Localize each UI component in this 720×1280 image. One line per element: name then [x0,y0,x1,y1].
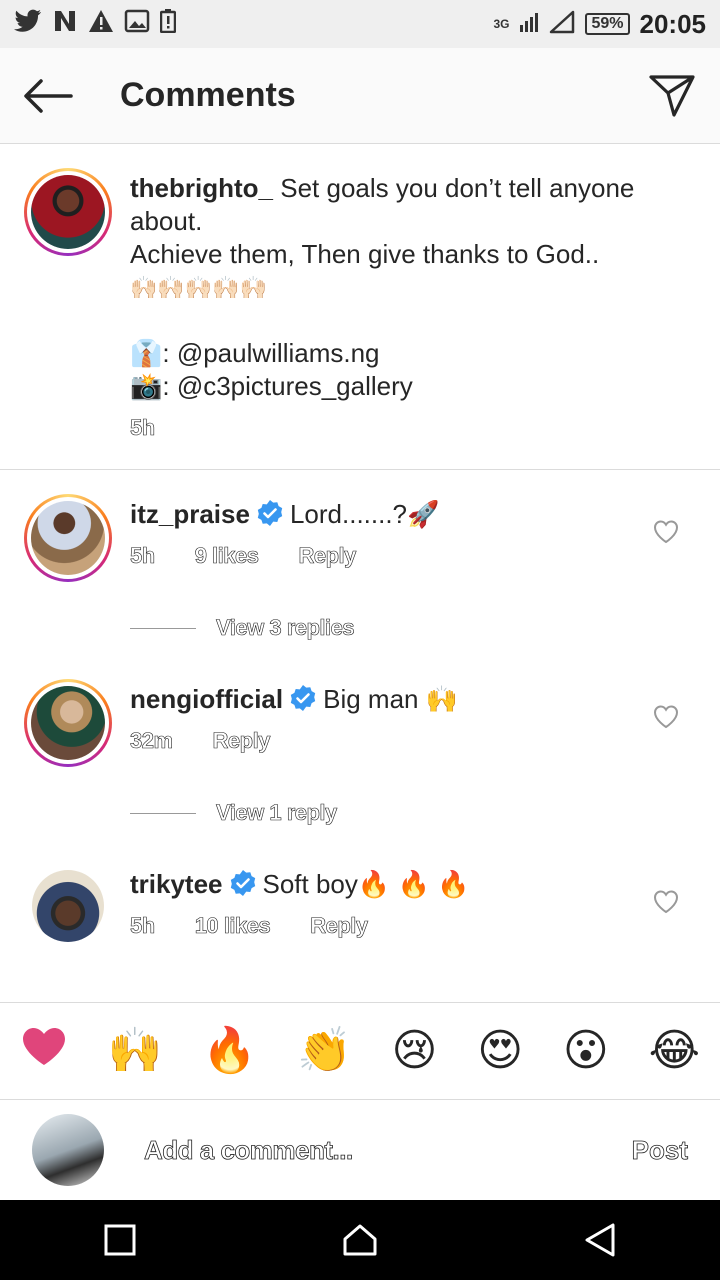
warning-icon [88,9,114,39]
comment-text: Lord.......?🚀 [289,499,440,529]
comment-likes[interactable]: 10 likes [194,909,271,942]
reply-button[interactable]: Reply [212,724,271,757]
like-heart-icon[interactable] [652,518,680,546]
back-triangle-icon[interactable] [583,1222,617,1258]
verified-badge-icon [290,685,316,711]
avatar[interactable] [24,494,112,582]
current-user-avatar [32,1114,104,1186]
top-bar: Comments [0,48,720,144]
view-replies-button[interactable]: View 3 replies [130,615,355,641]
caption-meta: 5h [130,411,680,444]
tie-icon: 👔 [130,338,163,368]
post-button[interactable]: Post [631,1134,688,1166]
quick-reactions-bar: 🙌 🔥 👏 😢 😍 😮 😂 [0,1002,720,1100]
paper-plane-icon [649,74,695,117]
news-n-icon [52,9,78,39]
network-type: 3G [493,17,510,31]
verified-badge-icon [230,870,255,896]
post-caption: thebrighto_ Set goals you don’t tell any… [0,146,720,470]
signal-icon [519,11,539,38]
wifi-icon [549,10,575,39]
crying-face-reaction-icon[interactable]: 😢 [392,1029,438,1073]
tears-of-joy-reaction-icon[interactable]: 😂 [649,1029,700,1073]
comment-body: trikytee Soft boy🔥 🔥 🔥 5h 10 likes Reply [130,868,680,942]
comment-likes[interactable]: 9 likes [194,539,259,572]
battery-alert-icon [159,9,177,39]
status-bar: 3G 59% 20:05 [0,0,720,48]
caption-username[interactable]: thebrighto_ [130,173,273,203]
comment-composer: Add a comment... Post [0,1100,720,1200]
avatar[interactable] [24,679,112,767]
caption-emojis: 🙌🏻🙌🏻🙌🏻🙌🏻🙌🏻 [130,275,267,300]
arrow-left-icon [24,78,73,113]
reply-button[interactable]: Reply [310,909,369,942]
comment-item: itz_praise Lord.......?🚀 5h 9 likes Reply [0,490,720,600]
comment-item: nengiofficial Big man 🙌 32m Reply [0,675,720,785]
heart-reaction-icon[interactable] [20,1025,68,1077]
comment-meta: 32m Reply [130,724,680,757]
comment-text: Big man 🙌 [323,684,459,714]
divider [130,812,196,814]
comment-username[interactable]: nengiofficial [130,684,283,714]
caption-line2: Achieve them, Then give thanks to God.. [130,239,600,269]
back-button[interactable] [0,48,96,144]
divider [130,627,196,629]
battery-level: 59% [585,13,630,35]
caption-credit2: : @c3pictures_gallery [162,371,413,401]
notification-icons [14,9,177,39]
comment-body: nengiofficial Big man 🙌 32m Reply [130,683,680,757]
avatar[interactable] [24,168,112,256]
comment-username[interactable]: itz_praise [130,499,250,529]
clock: 20:05 [639,8,707,39]
caption-time: 5h [130,415,156,441]
comment-body: itz_praise Lord.......?🚀 5h 9 likes Reply [130,498,680,572]
verified-badge-icon [257,500,283,526]
twitter-icon [14,9,42,39]
comment-text: Soft boy🔥 🔥 🔥 [262,869,470,899]
comment-input[interactable]: Add a comment... [144,1134,354,1166]
comment-meta: 5h 10 likes Reply [130,909,680,942]
home-icon[interactable] [342,1222,378,1258]
image-icon [124,9,150,39]
view-replies-label: View 3 replies [216,615,355,641]
system-status: 3G 59% 20:05 [493,9,706,40]
heart-eyes-reaction-icon[interactable]: 😍 [477,1029,523,1073]
comment-time: 5h [130,543,156,569]
comment-time: 5h [130,913,156,939]
raising-hands-reaction-icon[interactable]: 🙌 [108,1029,163,1073]
camera-icon: 📸 [130,371,163,401]
comment-time: 32m [130,728,174,754]
share-button[interactable] [624,48,720,144]
recents-square-icon[interactable] [103,1223,137,1257]
view-replies-button[interactable]: View 1 reply [130,800,338,826]
view-replies-label: View 1 reply [216,800,338,826]
comment-meta: 5h 9 likes Reply [130,539,680,572]
like-heart-icon[interactable] [652,888,680,916]
surprised-face-reaction-icon[interactable]: 😮 [563,1029,609,1073]
caption-text: thebrighto_ Set goals you don’t tell any… [130,172,680,444]
caption-credit1: : @paulwilliams.ng [162,338,380,368]
system-navigation-bar [0,1200,720,1280]
avatar[interactable] [32,870,104,942]
comment-item: trikytee Soft boy🔥 🔥 🔥 5h 10 likes Reply [0,860,720,970]
clapping-hands-reaction-icon[interactable]: 👏 [297,1029,352,1073]
fire-reaction-icon[interactable]: 🔥 [202,1029,257,1073]
reply-button[interactable]: Reply [298,539,357,572]
comment-username[interactable]: trikytee [130,869,223,899]
like-heart-icon[interactable] [652,703,680,731]
page-title: Comments [120,76,296,114]
